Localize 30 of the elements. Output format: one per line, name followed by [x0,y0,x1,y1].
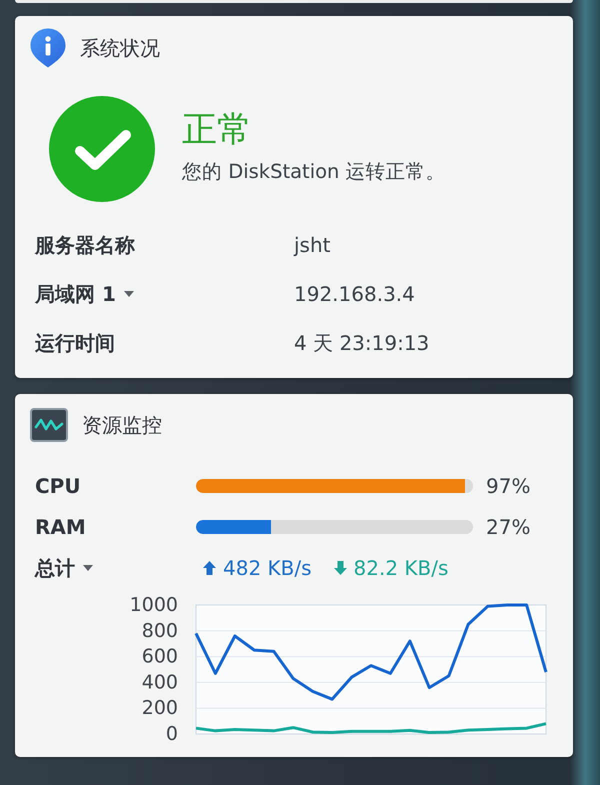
axis-tick-label: 200 [142,697,178,720]
menu-label[interactable]: 局域网 1 [35,280,134,306]
status-message: 您的 DiskStation 运转正常。 [182,159,446,185]
info-label: 服务器名称 [35,232,135,258]
network-speed: 82.2 KB/s [354,554,448,580]
menu-label[interactable]: 总计 [35,554,93,580]
info-label: 运行时间 [35,330,115,356]
meter-label: CPU [35,472,81,498]
caret-icon [83,564,93,570]
info-value: 192.168.3.4 [294,280,415,306]
axis-tick-label: 1000 [130,594,178,616]
widget-title: 系统状况 [80,35,160,61]
info-icon [30,28,66,68]
axis-tick-label: 800 [142,620,178,642]
widget-title: 资源监控 [82,412,162,438]
meter-label: RAM [35,514,86,540]
axis-tick-label: 0 [166,723,178,745]
meter-reading: 97% [486,472,530,498]
info-value: 4 天 23:19:13 [294,330,430,356]
status-label: 正常 [182,110,252,150]
up-arrow-icon [203,560,216,574]
activity-monitor-icon [30,408,68,442]
network-speed: 482 KB/s [223,554,312,580]
caret-icon [124,290,134,296]
meter-reading: 27% [486,514,530,540]
info-value: jsht [294,232,330,258]
axis-tick-label: 400 [142,671,178,694]
check-circle-icon [49,96,155,202]
down-arrow-icon [334,560,347,574]
axis-tick-label: 600 [142,646,178,668]
